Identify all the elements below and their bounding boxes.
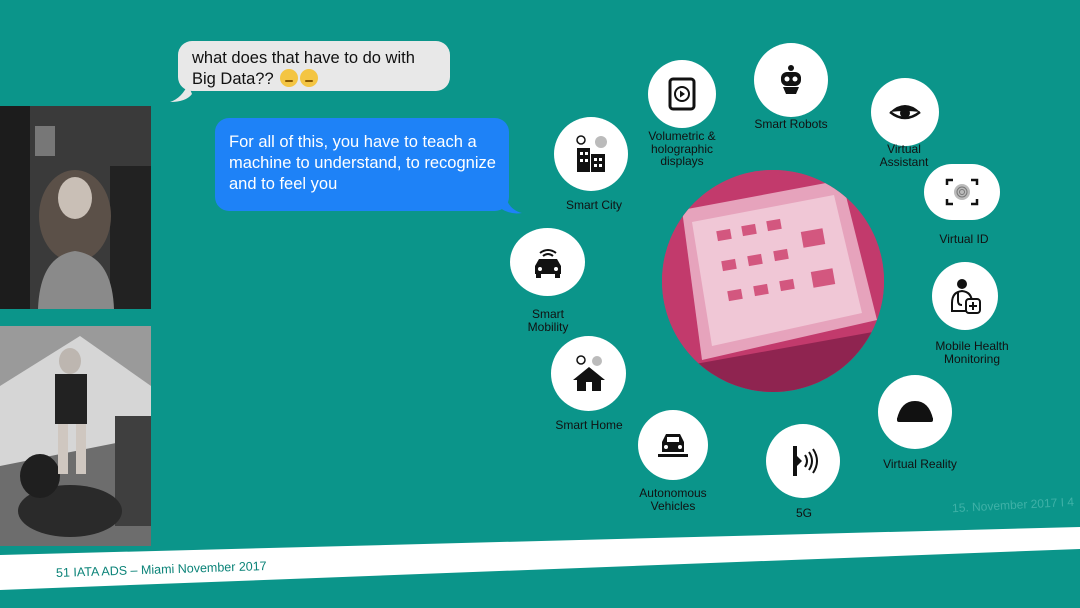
robot-icon [781,65,801,94]
volumetric-display-icon-circle [648,60,716,128]
tablet-play-icon [668,77,696,111]
connected-car-icon [534,249,561,278]
label-virtual-reality: Virtual Reality [883,457,957,471]
laptop-center-image [662,170,884,392]
thinking-face-icon [300,69,319,87]
signal-waves-icon [793,446,818,476]
label-smart-city: Smart City [565,198,623,212]
label-5g: 5G [795,506,813,520]
girl-portrait-image [0,106,151,309]
chat-bubble-answer: For all of this, you have to teach a mac… [215,118,509,211]
five-g-icon-circle [766,424,840,498]
smart-house-icon [572,354,605,391]
chat-bubble-question: what does that have to do with Big Data?… [178,41,450,91]
photo-girl-long-hair [0,106,151,309]
label-smart-home: Smart Home [555,418,623,432]
label-mobile-health: Mobile Health Monitoring [935,339,1009,366]
thinking-face-icon [280,69,299,87]
footer-event-text: 51 IATA ADS – Miami November 2017 [55,559,267,580]
label-smart-robots: Smart Robots [754,117,828,131]
answer-text: For all of this, you have to teach a mac… [229,133,496,193]
photo-child-sculpture [0,326,151,546]
mobile-health-icon-circle [932,262,998,330]
label-smart-mobility: Smart Mobility [527,307,569,334]
smart-city-icon-circle [554,117,628,191]
smart-mobility-icon-circle [510,228,585,296]
assistant-eye-icon [889,105,921,120]
fingerprint-scan-icon [945,178,979,206]
faint-date-text: 15. November 2017 I 4 [951,494,1075,516]
virtual-id-icon-circle [924,164,1000,220]
autonomous-car-icon [658,434,688,457]
city-buildings-icon [576,135,607,172]
virtual-reality-icon-circle [878,375,952,449]
label-autonomous-vehicles: Autonomous Vehicles [639,486,707,513]
vr-headset-icon [897,401,933,422]
label-volumetric: Volumetric & holographic displays [648,129,716,168]
virtual-assistant-icon-circle [871,78,939,146]
label-virtual-id: Virtual ID [939,232,989,246]
health-monitor-icon [951,279,981,314]
smart-robots-icon-circle [754,43,828,117]
child-sculpture-image [0,326,151,546]
smart-home-icon-circle [551,336,626,411]
laptop-screen-illustration [662,170,884,392]
label-virtual-assistant: Virtual Assistant [879,142,929,169]
autonomous-vehicles-icon-circle [638,410,708,480]
